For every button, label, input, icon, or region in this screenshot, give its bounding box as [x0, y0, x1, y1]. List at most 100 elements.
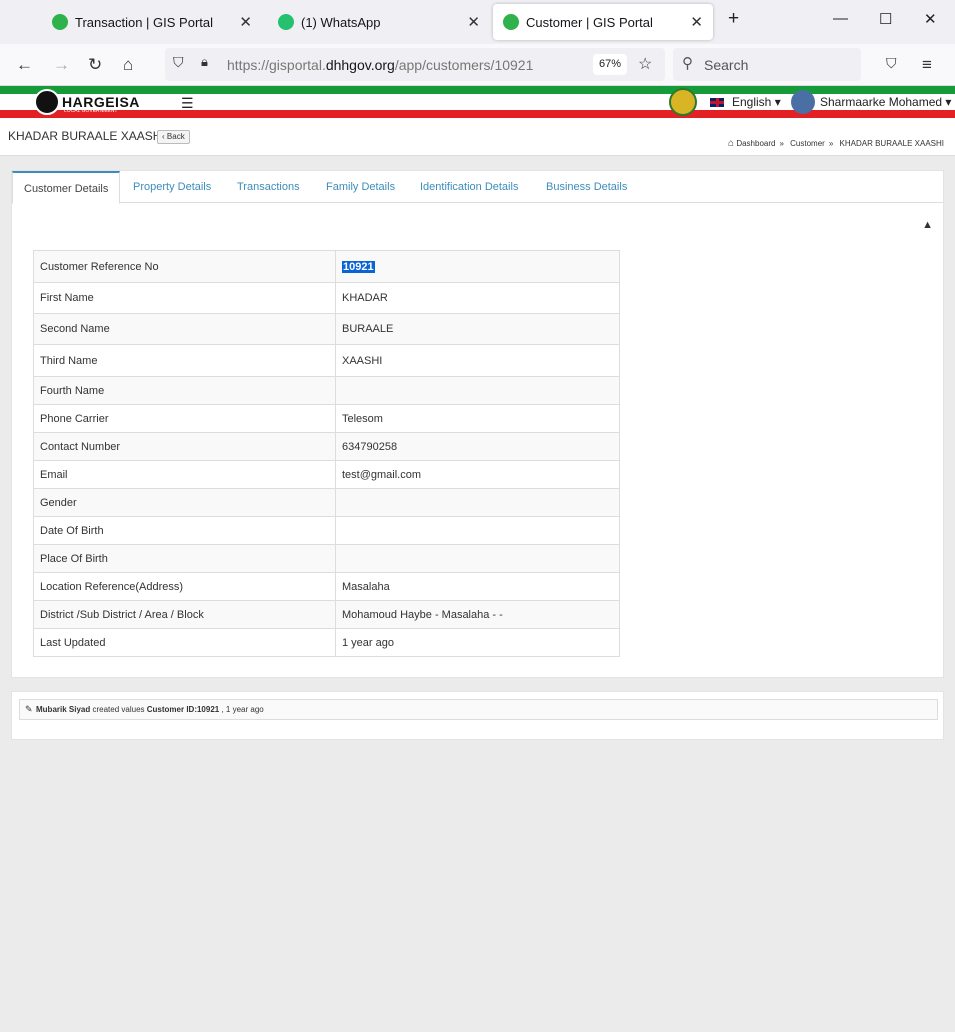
row-value: Masalaha: [335, 572, 620, 601]
lock-icon[interactable]: 🔒︎: [201, 54, 208, 70]
search-icon: ⚲: [682, 55, 693, 72]
row-value: test@gmail.com: [335, 460, 620, 489]
row-label: Place Of Birth: [33, 544, 336, 573]
user-avatar[interactable]: [791, 90, 815, 114]
search-placeholder: Search: [704, 57, 749, 73]
activity-log-entry: ✎ Mubarik Siyad created values Customer …: [19, 699, 938, 720]
uk-flag-icon: [710, 98, 724, 108]
activity-log-card: ✎ Mubarik Siyad created values Customer …: [11, 691, 944, 740]
home-icon: ⌂: [728, 138, 735, 149]
back-button[interactable]: ‹ Back: [157, 130, 190, 144]
zoom-level[interactable]: 67%: [593, 54, 627, 75]
row-label: Last Updated: [33, 628, 336, 657]
tab-business-details[interactable]: Business Details: [546, 181, 627, 193]
app-header: HARGEISA LOCAL GOVERNMENT ☰ English ▾ Sh…: [0, 86, 955, 118]
row-label: District /Sub District / Area / Block: [33, 600, 336, 629]
tab-transactions[interactable]: Transactions: [237, 181, 300, 193]
row-label: First Name: [33, 282, 336, 314]
maximize-icon[interactable]: ☐: [879, 10, 892, 28]
edit-icon: ✎: [25, 704, 33, 714]
log-target: Customer ID:10921: [146, 705, 220, 714]
customer-reference-value: 10921: [342, 260, 375, 273]
menu-icon[interactable]: ≡: [922, 55, 932, 75]
forward-arrow-icon[interactable]: →: [53, 55, 70, 75]
tab-identification-details[interactable]: Identification Details: [420, 181, 518, 193]
row-value: Telesom: [335, 404, 620, 433]
customer-card: Customer Details Property Details Transa…: [11, 170, 944, 678]
table-row: Email test@gmail.com: [33, 460, 620, 489]
hamburger-menu-icon[interactable]: ☰: [181, 95, 194, 112]
row-label: Contact Number: [33, 432, 336, 461]
breadcrumb-customer[interactable]: Customer: [790, 139, 825, 148]
table-row: Gender: [33, 488, 620, 517]
new-tab-icon[interactable]: +: [728, 8, 739, 30]
minimize-icon[interactable]: —: [833, 10, 848, 27]
tab-family-details[interactable]: Family Details: [326, 181, 395, 193]
language-selector[interactable]: English ▾: [710, 95, 781, 109]
user-menu[interactable]: Sharmaarke Mohamed ▾: [820, 95, 951, 109]
tab-customer-details[interactable]: Customer Details: [12, 171, 121, 204]
tab-title: Customer | GIS Portal: [526, 14, 653, 30]
table-row: Location Reference(Address) Masalaha: [33, 572, 620, 601]
government-seal-icon: [669, 88, 697, 116]
breadcrumb: ⌂ Dashboard» Customer» KHADAR BURAALE XA…: [728, 138, 944, 149]
reload-icon[interactable]: ↻: [88, 55, 102, 75]
tab-property-details[interactable]: Property Details: [133, 181, 211, 193]
row-value: [335, 488, 620, 517]
table-row: Phone Carrier Telesom: [33, 404, 620, 433]
gis-portal-favicon: [52, 14, 68, 30]
url-bar[interactable]: ⛉ 🔒︎ https://gisportal.dhhgov.org/app/cu…: [165, 48, 665, 81]
back-arrow-icon[interactable]: ←: [16, 55, 33, 75]
row-value: 10921: [335, 250, 620, 283]
close-tab-icon[interactable]: ✕: [467, 13, 480, 31]
row-label: Date Of Birth: [33, 516, 336, 545]
row-value: BURAALE: [335, 313, 620, 345]
close-tab-icon[interactable]: ✕: [690, 13, 703, 31]
customer-details-table: Customer Reference No 10921 First Name KHA…: [33, 250, 620, 657]
row-value: XAASHI: [335, 344, 620, 377]
chevron-left-icon: ‹: [162, 132, 165, 141]
flag-stripe-red: [0, 110, 955, 118]
browser-tab-transaction[interactable]: Transaction | GIS Portal ✕: [40, 4, 262, 40]
row-value: [335, 376, 620, 405]
table-row: Contact Number 634790258: [33, 432, 620, 461]
row-label: Phone Carrier: [33, 404, 336, 433]
log-action: created values: [92, 705, 145, 714]
table-row: District /Sub District / Area / Block Moh…: [33, 600, 620, 629]
chevron-up-icon[interactable]: ▲: [922, 219, 933, 231]
row-value: Mohamoud Haybe - Masalaha - -: [335, 600, 620, 629]
row-value: [335, 544, 620, 573]
row-value: 634790258: [335, 432, 620, 461]
breadcrumb-dashboard[interactable]: Dashboard: [736, 139, 775, 148]
browser-tab-customer[interactable]: Customer | GIS Portal ✕: [493, 4, 713, 40]
log-user: Mubarik Siyad: [36, 705, 91, 714]
close-window-icon[interactable]: ✕: [924, 10, 937, 28]
bookmark-star-icon[interactable]: ☆: [638, 54, 652, 74]
shield-icon[interactable]: ⛉: [173, 54, 184, 71]
row-value: KHADAR: [335, 282, 620, 314]
browser-tab-strip: Transaction | GIS Portal ✕ (1) WhatsApp …: [0, 0, 955, 44]
home-icon[interactable]: ⌂: [123, 55, 133, 75]
row-label: Second Name: [33, 313, 336, 345]
url-text[interactable]: https://gisportal.dhhgov.org/app/custome…: [227, 57, 533, 73]
pocket-icon[interactable]: ⛉: [886, 55, 897, 72]
gis-portal-favicon: [503, 14, 519, 30]
table-row: Place Of Birth: [33, 544, 620, 573]
hargeisa-logo-icon[interactable]: [34, 89, 60, 115]
tab-title: Transaction | GIS Portal: [75, 14, 214, 30]
row-value: 1 year ago: [335, 628, 620, 657]
browser-navbar: ← → ↻ ⌂ ⛉ 🔒︎ https://gisportal.dhhgov.or…: [0, 44, 955, 86]
browser-tab-whatsapp[interactable]: (1) WhatsApp ✕: [266, 4, 490, 40]
search-input[interactable]: ⚲ Search: [673, 48, 861, 81]
row-value: [335, 516, 620, 545]
table-row: First Name KHADAR: [33, 282, 620, 314]
table-row: Fourth Name: [33, 376, 620, 405]
close-tab-icon[interactable]: ✕: [239, 13, 252, 31]
whatsapp-favicon: [278, 14, 294, 30]
row-label: Location Reference(Address): [33, 572, 336, 601]
table-row: Second Name BURAALE: [33, 313, 620, 345]
row-label: Customer Reference No: [33, 250, 336, 283]
log-time: , 1 year ago: [221, 705, 264, 714]
detail-tabs: Customer Details Property Details Transa…: [12, 171, 943, 204]
table-row: Third Name XAASHI: [33, 344, 620, 377]
